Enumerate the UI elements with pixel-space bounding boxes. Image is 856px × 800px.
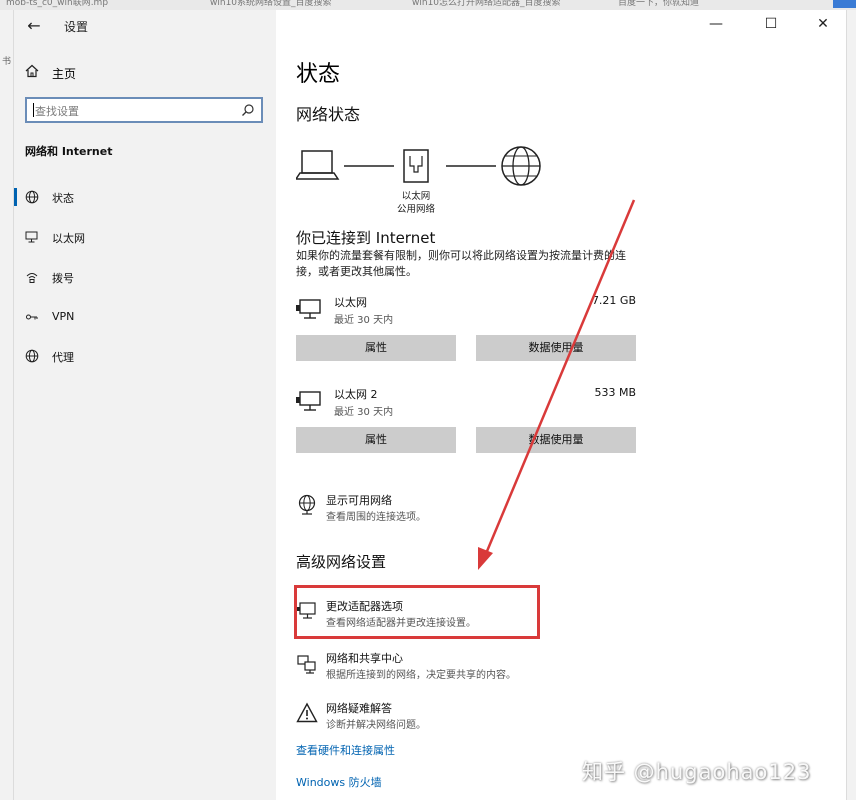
maximize-icon[interactable]: ☐ (761, 14, 781, 34)
adapter-name: 以太网 2 (334, 388, 378, 401)
sidebar-section-heading: 网络和 Internet (25, 145, 113, 158)
sidebar: ← 设置 主页 查找设置 网络和 Internet 状态 以太网 拨号 VPN … (14, 10, 276, 800)
back-arrow-icon[interactable]: ← (24, 16, 44, 36)
red-highlight-box (294, 585, 540, 639)
minimize-icon[interactable]: — (706, 14, 726, 34)
background-blue-badge (833, 0, 856, 8)
page-title: 状态 (296, 62, 341, 87)
sidebar-item-label: 拨号 (52, 272, 74, 285)
diagram-adapter-label: 以太网 (401, 191, 431, 202)
sidebar-item-ethernet[interactable]: 以太网 (14, 222, 276, 252)
sidebar-item-dialup[interactable]: 拨号 (14, 262, 276, 292)
background-tab[interactable]: 百度一下，你就知道 (618, 0, 808, 10)
warning-triangle-icon (296, 702, 318, 723)
vpn-icon (26, 314, 38, 320)
adapter-row: 以太网 2 最近 30 天内 533 MB (296, 386, 636, 422)
background-tab[interactable]: win10系统网络设置_百度搜索 (210, 0, 400, 10)
wired-monitor-icon (296, 391, 321, 411)
close-icon[interactable]: ✕ (813, 14, 833, 34)
link-subtitle: 诊断并解决网络问题。 (326, 720, 426, 731)
network-sharing-center-link[interactable]: 网络和共享中心 根据所连接到的网络，决定要共享的内容。 (296, 650, 626, 684)
sidebar-item-label: 代理 (52, 351, 74, 364)
background-browser-right-edge (846, 10, 856, 800)
sidebar-item-vpn[interactable]: VPN (14, 302, 276, 332)
hardware-properties-link[interactable]: 查看硬件和连接属性 (296, 742, 395, 758)
data-usage-button[interactable]: 数据使用量 (476, 427, 636, 453)
text-caret (33, 103, 34, 117)
adapter-period: 最近 30 天内 (334, 315, 394, 326)
proxy-globe-icon (25, 349, 39, 363)
sidebar-item-status[interactable]: 状态 (14, 182, 276, 212)
search-input[interactable]: 查找设置 (35, 103, 79, 119)
background-tab[interactable]: win10怎么打开网络适配器_百度搜索 (412, 0, 607, 10)
connected-heading: 你已连接到 Internet (296, 229, 436, 247)
link-subtitle: 查看周围的连接选项。 (326, 512, 426, 523)
main-content: — ☐ ✕ 状态 网络状态 以太网 公用网络 你已连接到 Internet 如果… (276, 10, 846, 800)
windows-firewall-link[interactable]: Windows 防火墙 (296, 774, 382, 790)
adapter-period: 最近 30 天内 (334, 407, 394, 418)
globe-icon (25, 190, 39, 204)
sidebar-item-label: 以太网 (52, 232, 85, 245)
search-icon[interactable] (241, 103, 255, 117)
network-troubleshooter-link[interactable]: 网络疑难解答 诊断并解决网络问题。 (296, 700, 626, 734)
dialup-icon (26, 273, 38, 283)
search-box[interactable]: 查找设置 (25, 97, 263, 123)
properties-button[interactable]: 属性 (296, 427, 456, 453)
metered-note: 如果你的流量套餐有限制，则你可以将此网络设置为按流量计费的连接，或者更改其他属性… (296, 249, 626, 278)
screenshot-root: mob-ts_c0_win联网.mp win10系统网络设置_百度搜索 win1… (0, 0, 856, 800)
adapter-row: 以太网 最近 30 天内 7.21 GB (296, 294, 636, 330)
sidebar-item-label: 状态 (52, 192, 74, 205)
sidebar-item-label: VPN (52, 310, 75, 323)
laptop-icon (296, 150, 340, 180)
link-subtitle: 根据所连接到的网络，决定要共享的内容。 (326, 670, 516, 681)
link-title: 网络和共享中心 (326, 652, 403, 665)
internet-globe-icon (501, 146, 541, 186)
ethernet-icon (25, 231, 38, 243)
show-available-networks-link[interactable]: 显示可用网络 查看周围的连接选项。 (296, 492, 626, 526)
link-title: 网络疑难解答 (326, 702, 392, 715)
network-status-heading: 网络状态 (296, 105, 361, 124)
settings-window: ← 设置 主页 查找设置 网络和 Internet 状态 以太网 拨号 VPN … (14, 10, 846, 800)
sharing-center-icon (297, 655, 316, 674)
active-indicator (14, 188, 17, 206)
sidebar-item-proxy[interactable]: 代理 (14, 341, 276, 371)
background-glyph: 书 (2, 57, 12, 67)
watermark-text: 知乎 @hugaohao123 (582, 760, 812, 784)
background-browser-tabstrip: mob-ts_c0_win联网.mp win10系统网络设置_百度搜索 win1… (0, 0, 856, 10)
advanced-settings-heading: 高级网络设置 (296, 553, 387, 571)
wired-monitor-icon (296, 299, 321, 319)
window-title: 设置 (64, 20, 89, 34)
diagram-network-type: 公用网络 (396, 204, 435, 215)
background-tab[interactable]: mob-ts_c0_win联网.mp (6, 0, 186, 10)
home-icon (25, 64, 39, 78)
adapter-usage: 7.21 GB (591, 294, 636, 307)
link-title: 显示可用网络 (326, 494, 392, 507)
data-usage-button[interactable]: 数据使用量 (476, 335, 636, 361)
network-globe-icon (298, 494, 316, 515)
home-link[interactable]: 主页 (52, 65, 76, 82)
adapter-name: 以太网 (334, 296, 367, 309)
ethernet-port-icon (403, 149, 429, 183)
background-browser-left-edge: 书 (0, 10, 14, 800)
adapter-usage: 533 MB (594, 386, 636, 399)
properties-button[interactable]: 属性 (296, 335, 456, 361)
